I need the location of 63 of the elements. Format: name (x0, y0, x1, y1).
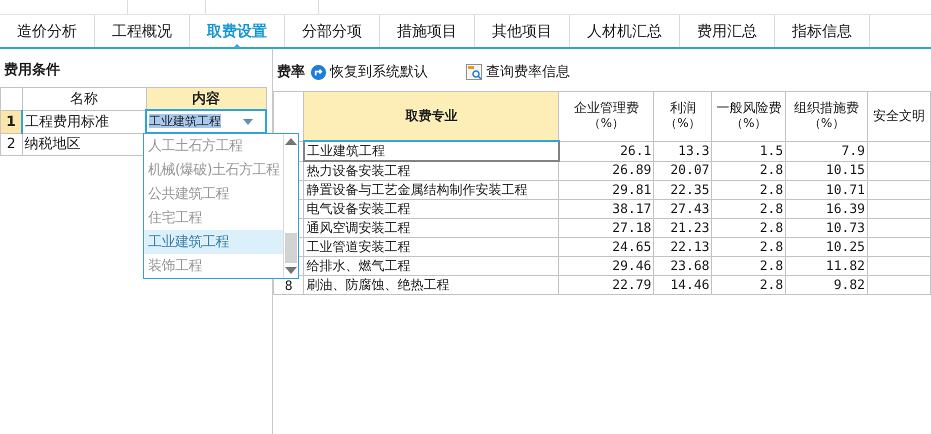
table-cell: 22.13 (654, 238, 712, 256)
column-header: 取费专业 (304, 92, 559, 141)
table-cell: 27.18 (558, 218, 654, 238)
table-cell: 26.89 (558, 161, 654, 180)
restore-default-button[interactable]: 恢复到系统默认 (309, 63, 430, 81)
table-cell: 工业管道安装工程 (304, 238, 559, 256)
table-cell: 静置设备与工艺金属结构制作安装工程 (304, 180, 559, 200)
query-rate-button[interactable]: 查询费率信息 (464, 63, 572, 81)
table-cell: 11.82 (786, 256, 868, 276)
table-cell: 2.8 (712, 276, 786, 294)
table-cell: 24.65 (558, 238, 654, 256)
column-header: 名称 (22, 88, 146, 110)
row-number: 1 (0, 110, 22, 133)
table-cell: 26.1 (558, 141, 654, 161)
table-cell: 13.3 (654, 141, 712, 161)
panel-title: 费用条件 (3, 61, 61, 80)
table-cell: 21.23 (654, 218, 712, 238)
table-cell: 2.8 (712, 256, 786, 276)
table-cell: 刷油、防腐蚀、绝热工程 (304, 276, 559, 294)
dropdown-option[interactable]: 工业建筑工程 (144, 230, 283, 254)
column-header: 一般风险费 （%） (712, 92, 786, 141)
column-header: 企业管理费 （%） (558, 92, 654, 141)
scroll-up-icon[interactable] (285, 137, 297, 145)
table-cell: 29.81 (558, 180, 654, 200)
table-cell: 22.79 (558, 276, 654, 294)
table-cell: 23.68 (654, 256, 712, 276)
refresh-icon (311, 64, 326, 80)
table-cell: 14.46 (654, 276, 712, 294)
table-cell: 10.73 (786, 218, 868, 238)
row-number: 2 (0, 133, 22, 156)
caret-icon (243, 119, 253, 125)
column-header: 组织措施费 （%） (786, 92, 868, 141)
table-cell: 29.46 (558, 256, 654, 276)
column-header: 安全文明 (868, 92, 930, 141)
table-cell: 给排水、燃气工程 (304, 256, 559, 276)
scrollbar[interactable] (283, 134, 298, 278)
table-cell: 38.17 (558, 200, 654, 218)
table-cell: 1.5 (712, 141, 786, 161)
table-cell: 2.8 (712, 200, 786, 218)
rate-search-icon (466, 64, 482, 80)
table-cell: 20.07 (654, 161, 712, 180)
table-cell: 27.43 (654, 200, 712, 218)
table-cell: 电气设备安装工程 (304, 200, 559, 218)
table-cell: 10.25 (786, 238, 868, 256)
table-cell: 热力设备安装工程 (304, 161, 559, 180)
table-cell: 通风空调安装工程 (304, 218, 559, 238)
scrollbar-thumb[interactable] (285, 233, 297, 263)
table-cell: 2.8 (712, 238, 786, 256)
column-header: 内容 (146, 88, 266, 110)
table-cell: 10.71 (786, 180, 868, 200)
table-cell: 2.8 (712, 161, 786, 180)
table-cell: 9.82 (786, 276, 868, 294)
table-cell: 工业建筑工程 (304, 141, 559, 161)
row-number: 8 (274, 276, 304, 294)
table-cell: 16.39 (786, 200, 868, 218)
table-cell: 7.9 (786, 141, 868, 161)
table-cell: 10.15 (786, 161, 868, 180)
panel-title: 费率 (277, 63, 305, 81)
table-cell: 2.8 (712, 218, 786, 238)
scroll-down-icon[interactable] (285, 267, 297, 275)
column-header: 利润 （%） (654, 92, 712, 141)
table-cell: 2.8 (712, 180, 786, 200)
table-cell: 22.35 (654, 180, 712, 200)
